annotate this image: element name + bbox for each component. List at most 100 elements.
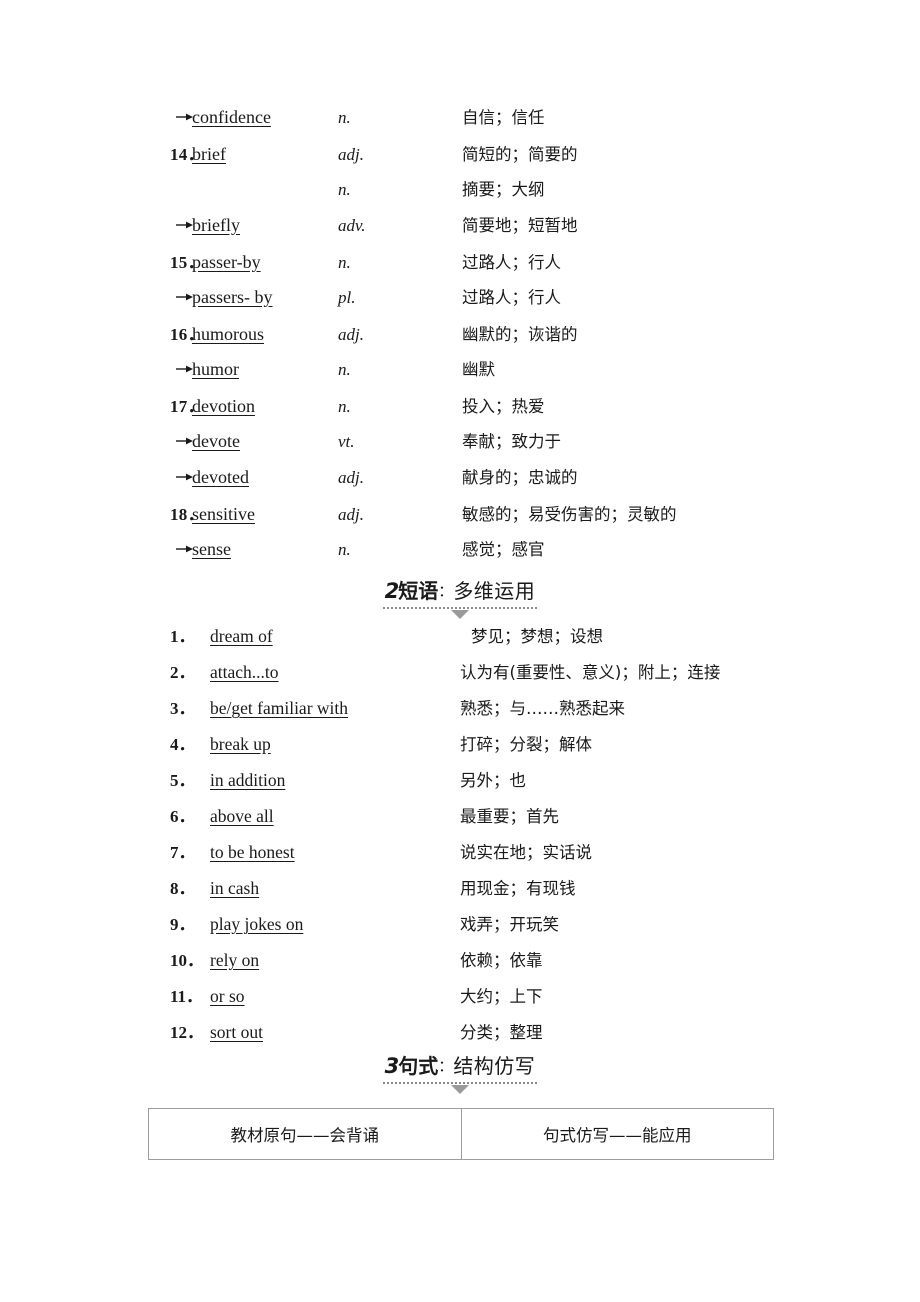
vocabulary-meaning: 感觉；感官	[462, 540, 545, 559]
vocabulary-row: humor n. 幽默	[148, 356, 788, 392]
vocabulary-list: confidence n. 自信；信任 14． brief adj. 简短的；简要的 n. 摘要…	[148, 104, 788, 572]
vocabulary-index: 15．	[170, 253, 205, 272]
phrase-text: sort out	[210, 1022, 263, 1042]
part-of-speech: adj.	[338, 325, 364, 344]
phrase-list: 1． dream of 梦见；梦想；设想 2． attach...to 认为有(重要性、意…	[148, 622, 788, 1054]
phrase-text: break up	[210, 734, 271, 754]
arrow-right-icon	[148, 292, 193, 302]
part-of-speech: n.	[338, 397, 351, 416]
vocabulary-index: 17．	[170, 397, 205, 416]
banner-phrases-text: 2短语：多维运用	[382, 579, 538, 610]
phrase-index: 6．	[170, 807, 196, 826]
phrase-text: or so	[210, 986, 245, 1006]
arrow-right-icon	[148, 436, 193, 446]
phrase-row: 1． dream of 梦见；梦想；设想	[148, 622, 788, 658]
vocabulary-meaning: 奉献；致力于	[462, 432, 561, 451]
phrase-row: 12． sort out 分类；整理	[148, 1018, 788, 1054]
phrase-index: 5．	[170, 771, 196, 790]
phrase-meaning: 打碎；分裂；解体	[460, 735, 592, 754]
triangle-down-icon	[451, 1085, 469, 1095]
vocabulary-meaning: 简要地；短暂地	[462, 216, 578, 235]
sentence-pattern-table: 教材原句——会背诵 句式仿写——能应用	[148, 1108, 774, 1160]
table-row: 教材原句——会背诵 句式仿写——能应用	[148, 1108, 774, 1160]
vocabulary-word: sensitive	[192, 504, 255, 524]
vocabulary-index: 18．	[170, 505, 205, 524]
vocabulary-meaning: 过路人；行人	[462, 253, 561, 272]
phrase-index: 9．	[170, 915, 196, 934]
phrase-row: 10． rely on 依赖；依靠	[148, 946, 788, 982]
phrase-row: 11． or so 大约；上下	[148, 982, 788, 1018]
banner-sentences-sub: 结构仿写	[453, 1054, 536, 1078]
section-banner-sentences: 3句式：结构仿写	[0, 1054, 920, 1095]
vocabulary-word: humor	[192, 359, 239, 379]
banner-phrases-separator: ：	[438, 582, 454, 600]
part-of-speech: n.	[338, 180, 351, 199]
arrow-right-icon	[148, 220, 193, 230]
phrase-index: 8．	[170, 879, 196, 898]
phrase-meaning: 大约；上下	[460, 987, 543, 1006]
phrase-index: 2．	[170, 663, 196, 682]
vocabulary-row: 16． humorous adj. 幽默的；诙谐的	[148, 320, 788, 356]
vocabulary-word: sense	[192, 539, 231, 559]
vocabulary-word: devote	[192, 431, 240, 451]
phrase-index: 7．	[170, 843, 196, 862]
part-of-speech: n.	[338, 108, 351, 127]
vocabulary-row: n. 摘要；大纲	[148, 176, 788, 212]
part-of-speech: adj.	[338, 505, 364, 524]
vocabulary-word: humorous	[192, 324, 264, 344]
vocabulary-row: devote vt. 奉献；致力于	[148, 428, 788, 464]
phrase-text: attach...to	[210, 662, 279, 682]
phrase-meaning: 依赖；依靠	[460, 951, 543, 970]
phrase-row: 3． be/get familiar with 熟悉；与……熟悉起来	[148, 694, 788, 730]
phrase-meaning: 分类；整理	[460, 1023, 543, 1042]
banner-phrases-sub: 多维运用	[453, 579, 536, 603]
phrase-text: play jokes on	[210, 914, 304, 934]
part-of-speech: n.	[338, 540, 351, 559]
phrase-index: 12．	[170, 1023, 204, 1042]
part-of-speech: adv.	[338, 216, 366, 235]
arrow-right-icon	[148, 472, 193, 482]
vocabulary-meaning: 自信；信任	[462, 108, 545, 127]
phrase-index: 3．	[170, 699, 196, 718]
arrow-right-icon	[148, 112, 193, 122]
phrase-row: 8． in cash 用现金；有现钱	[148, 874, 788, 910]
vocabulary-word: passer-by	[192, 252, 261, 272]
vocabulary-row: passers- by pl. 过路人；行人	[148, 284, 788, 320]
banner-phrases-main: 短语	[398, 579, 439, 603]
vocabulary-row: devoted adj. 献身的；忠诚的	[148, 464, 788, 500]
vocabulary-meaning: 摘要；大纲	[462, 180, 545, 199]
vocabulary-row: briefly adv. 简要地；短暂地	[148, 212, 788, 248]
phrase-row: 5． in addition 另外；也	[148, 766, 788, 802]
vocabulary-meaning: 敏感的；易受伤害的；灵敏的	[462, 505, 677, 524]
phrase-text: above all	[210, 806, 274, 826]
triangle-down-icon	[451, 610, 469, 620]
part-of-speech: n.	[338, 253, 351, 272]
phrase-text: rely on	[210, 950, 260, 970]
phrase-meaning: 认为有(重要性、意义)；附上；连接	[460, 663, 721, 682]
phrase-index: 1．	[170, 627, 196, 646]
phrase-text: in cash	[210, 878, 260, 898]
phrase-index: 10．	[170, 951, 204, 970]
phrase-meaning: 用现金；有现钱	[460, 879, 576, 898]
vocabulary-meaning: 投入；热爱	[462, 397, 545, 416]
vocabulary-word: devotion	[192, 396, 255, 416]
banner-sentences-number: 3	[384, 1054, 400, 1078]
vocabulary-meaning: 过路人；行人	[462, 288, 561, 307]
banner-sentences-main: 句式	[398, 1054, 439, 1078]
phrase-row: 7． to be honest 说实在地；实话说	[148, 838, 788, 874]
phrase-index: 4．	[170, 735, 196, 754]
banner-sentences-text: 3句式：结构仿写	[382, 1054, 538, 1085]
vocabulary-word: devoted	[192, 467, 249, 487]
section-banner-phrases: 2短语：多维运用	[0, 579, 920, 620]
table-header-original: 教材原句——会背诵	[148, 1108, 462, 1160]
table-header-imitation: 句式仿写——能应用	[460, 1108, 774, 1160]
part-of-speech: pl.	[338, 288, 356, 307]
vocabulary-row: confidence n. 自信；信任	[148, 104, 788, 140]
phrase-row: 6． above all 最重要；首先	[148, 802, 788, 838]
vocabulary-row: sense n. 感觉；感官	[148, 536, 788, 572]
vocabulary-word: passers- by	[192, 287, 273, 307]
vocabulary-meaning: 简短的；简要的	[462, 145, 578, 164]
phrase-meaning: 梦见；梦想；设想	[471, 627, 603, 646]
vocabulary-word: confidence	[192, 107, 271, 127]
phrase-meaning: 熟悉；与……熟悉起来	[460, 699, 625, 718]
